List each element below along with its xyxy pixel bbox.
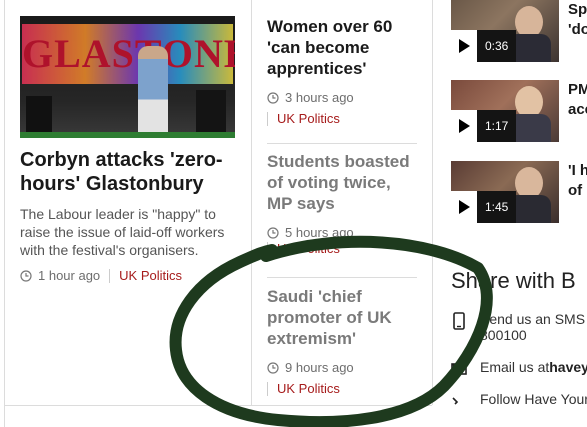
- video-title[interactable]: PM acc: [568, 80, 587, 120]
- story-meta: 3 hours ago: [267, 90, 417, 105]
- story-title[interactable]: Students boasted of voting twice, MP say…: [267, 151, 417, 214]
- video-thumbnail[interactable]: 1:45: [451, 161, 559, 223]
- story-meta: 5 hours ago: [267, 225, 417, 240]
- meta-separator: [267, 111, 268, 126]
- video-duration: 0:36: [477, 30, 517, 62]
- meta-separator: [267, 381, 268, 396]
- clock-icon: [20, 269, 32, 282]
- lead-story-summary: The Labour leader is "happy" to raise th…: [20, 206, 225, 258]
- story-tag[interactable]: UK Politics: [277, 241, 340, 256]
- phone-icon: [453, 312, 465, 330]
- festival-banner: GLASTONBURY: [22, 24, 235, 84]
- video-title[interactable]: Sp 'do: [568, 0, 587, 40]
- play-icon: [459, 39, 470, 53]
- story-tagline: UK Politics: [267, 241, 417, 256]
- share-sms-text: Send us an SMS 800100: [480, 311, 585, 343]
- story-meta: 9 hours ago: [267, 360, 417, 375]
- video-title-line: 'do: [568, 21, 587, 38]
- column-divider-right: [432, 0, 433, 405]
- share-email-address[interactable]: havey: [549, 359, 587, 375]
- story-item[interactable]: Saudi 'chief promoter of UK extremism' 9…: [267, 286, 417, 396]
- play-button[interactable]: [451, 191, 477, 223]
- clock-icon: [267, 91, 279, 104]
- play-button[interactable]: [451, 30, 477, 62]
- video-item[interactable]: 1:17 PM acc: [451, 80, 587, 142]
- play-icon: [459, 200, 470, 214]
- twitter-icon: [452, 397, 459, 405]
- story-item[interactable]: Students boasted of voting twice, MP say…: [267, 151, 417, 256]
- video-title-line: Sp: [568, 1, 587, 18]
- video-duration: 1:17: [477, 110, 517, 142]
- story-time: 9 hours ago: [285, 360, 354, 375]
- play-icon: [459, 119, 470, 133]
- video-thumbnail[interactable]: 0:36: [451, 0, 559, 62]
- share-email-prefix: Email us at: [480, 359, 550, 375]
- lead-story[interactable]: GLASTONBURY Corbyn attacks 'zero-hours' …: [20, 16, 236, 283]
- story-divider-1: [267, 143, 417, 144]
- story-tag[interactable]: UK Politics: [277, 111, 340, 126]
- story-tagline: UK Politics: [267, 111, 417, 126]
- column-divider-left: [4, 0, 5, 427]
- lead-story-image[interactable]: GLASTONBURY: [20, 16, 235, 138]
- story-title[interactable]: Women over 60 'can become apprentices': [267, 16, 417, 79]
- column-divider-middle: [251, 0, 252, 405]
- share-follow-text: Follow Have Your: [480, 391, 587, 407]
- story-item[interactable]: Women over 60 'can become apprentices' 3…: [267, 16, 417, 126]
- lead-story-time: 1 hour ago: [38, 268, 101, 283]
- meta-separator: [109, 268, 111, 283]
- video-item[interactable]: 1:45 'I h of I: [451, 161, 587, 223]
- video-title-line: of I: [568, 182, 587, 199]
- video-title-line: acc: [568, 101, 587, 118]
- lead-story-title[interactable]: Corbyn attacks 'zero-hours' Glastonbury: [20, 148, 236, 196]
- play-button[interactable]: [451, 110, 477, 142]
- stage-floor: [20, 132, 235, 138]
- share-follow[interactable]: Follow Have Your: [451, 391, 587, 410]
- video-title[interactable]: 'I h of I: [568, 161, 587, 201]
- story-time: 5 hours ago: [285, 225, 354, 240]
- lead-story-meta: 1 hour ago UK Politics: [20, 268, 236, 283]
- meta-separator: [267, 241, 268, 256]
- video-duration: 1:45: [477, 191, 517, 223]
- speaker-figure: [138, 46, 168, 138]
- story-title[interactable]: Saudi 'chief promoter of UK extremism': [267, 286, 417, 349]
- clock-icon: [267, 361, 279, 374]
- share-sms[interactable]: Send us an SMS 800100: [451, 311, 585, 343]
- video-title-line: 'I h: [568, 162, 587, 179]
- share-sms-number: 800100: [480, 327, 527, 343]
- stage-speaker-right: [196, 90, 226, 138]
- clock-icon: [267, 226, 279, 239]
- video-item[interactable]: 0:36 Sp 'do: [451, 0, 587, 62]
- lead-story-tag[interactable]: UK Politics: [119, 268, 182, 283]
- story-tag[interactable]: UK Politics: [277, 381, 340, 396]
- story-time: 3 hours ago: [285, 90, 354, 105]
- share-email[interactable]: Email us at havey: [451, 359, 587, 378]
- video-thumbnail[interactable]: 1:17: [451, 80, 559, 142]
- share-sms-line: Send us an SMS: [480, 311, 586, 327]
- envelope-icon: [451, 363, 467, 375]
- video-title-line: PM: [568, 81, 587, 98]
- bottom-divider: [4, 405, 432, 406]
- story-divider-2: [267, 277, 417, 278]
- share-heading: Share with B: [451, 268, 576, 293]
- story-tagline: UK Politics: [267, 381, 417, 396]
